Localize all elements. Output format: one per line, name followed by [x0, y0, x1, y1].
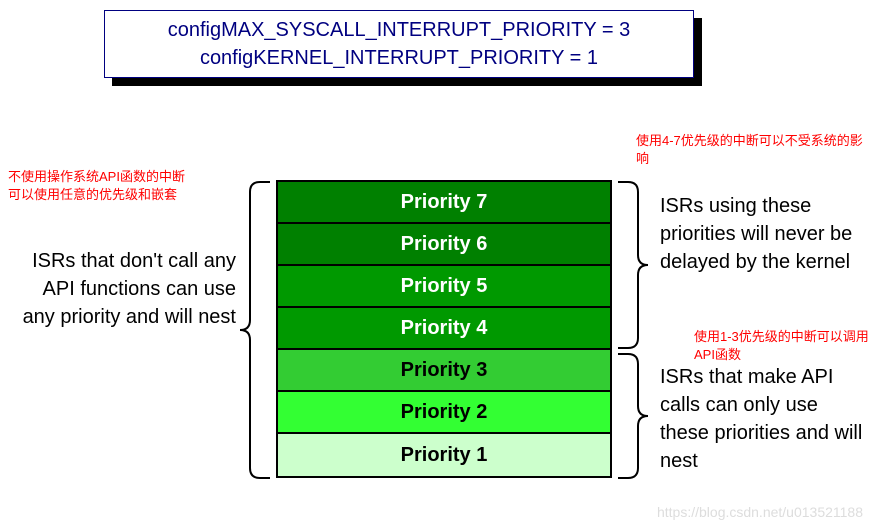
bracket-left-icon — [232, 180, 272, 480]
bracket-right-high-icon — [616, 180, 656, 350]
watermark: https://blog.csdn.net/u013521188 — [657, 504, 863, 520]
priority-row-3: Priority 3 — [278, 350, 610, 392]
annotation-no-api: 不使用操作系统API函数的中断可以使用任意的优先级和嵌套 — [8, 168, 188, 204]
annotation-high-priority: 使用4-7优先级的中断可以不受系统的影响 — [636, 132, 866, 168]
config-line-2: configKERNEL_INTERRUPT_PRIORITY = 1 — [200, 44, 598, 72]
bracket-right-low-icon — [616, 352, 656, 480]
priority-row-7: Priority 7 — [278, 182, 610, 224]
description-left: ISRs that don't call any API functions c… — [6, 247, 236, 331]
priority-row-2: Priority 2 — [278, 392, 610, 434]
priority-table: Priority 7 Priority 6 Priority 5 Priorit… — [276, 180, 612, 478]
description-right-high: ISRs using these priorities will never b… — [660, 192, 870, 276]
description-right-low: ISRs that make API calls can only use th… — [660, 363, 870, 475]
priority-row-4: Priority 4 — [278, 308, 610, 350]
config-line-1: configMAX_SYSCALL_INTERRUPT_PRIORITY = 3 — [168, 16, 631, 44]
annotation-low-priority: 使用1-3优先级的中断可以调用API函数 — [694, 328, 874, 364]
config-box: configMAX_SYSCALL_INTERRUPT_PRIORITY = 3… — [104, 10, 694, 78]
priority-row-6: Priority 6 — [278, 224, 610, 266]
priority-row-1: Priority 1 — [278, 434, 610, 476]
priority-row-5: Priority 5 — [278, 266, 610, 308]
